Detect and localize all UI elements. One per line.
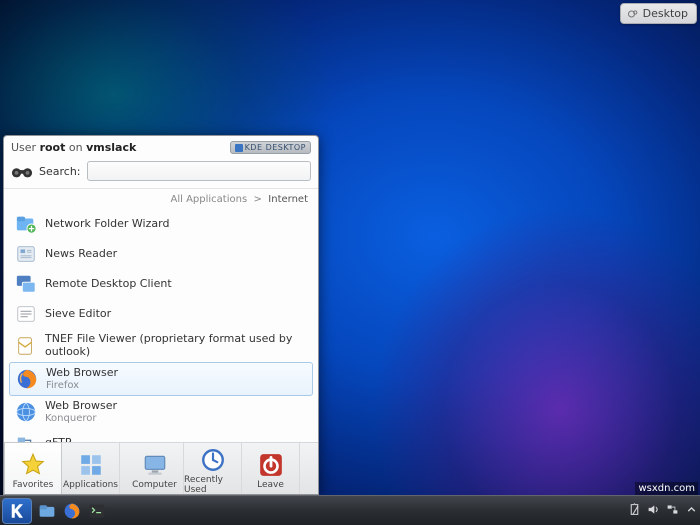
cashew-icon (627, 8, 639, 20)
folder-network-icon (15, 213, 37, 235)
news-icon (15, 243, 37, 265)
tray-clipboard-icon[interactable] (628, 503, 641, 519)
firefox-icon (16, 368, 38, 390)
search-input[interactable] (87, 161, 312, 181)
gftp-icon (15, 433, 37, 442)
taskbar-panel (0, 495, 700, 525)
tab-leave[interactable]: Leave (242, 443, 300, 494)
taskbar-launcher-konsole[interactable] (86, 500, 108, 522)
system-tray (628, 503, 700, 519)
leave-icon (258, 452, 284, 478)
list-item[interactable]: Sieve Editor (9, 299, 313, 329)
firefox-icon (63, 502, 81, 520)
tnef-icon (15, 335, 37, 357)
tray-volume-icon[interactable] (647, 503, 660, 519)
konqueror-icon (15, 401, 37, 423)
list-item[interactable]: Remote Desktop Client (9, 269, 313, 299)
search-label: Search: (39, 165, 81, 178)
remote-desktop-icon (15, 273, 37, 295)
dolphin-icon (38, 502, 56, 520)
sieve-icon (15, 303, 37, 325)
list-item[interactable]: Web BrowserFirefox (9, 362, 313, 396)
desktop-toolbox-button[interactable]: Desktop (620, 3, 697, 24)
user-host-label: User root on vmslack (11, 141, 136, 154)
kickoff-launcher: User root on vmslack KDE DESKTOP Search:… (3, 135, 319, 495)
taskbar-launcher-dolphin[interactable] (36, 500, 58, 522)
list-item[interactable]: News Reader (9, 239, 313, 269)
list-item[interactable]: Web BrowserKonqueror (9, 396, 313, 428)
star-icon (20, 452, 46, 478)
taskbar-launcher-firefox[interactable] (61, 500, 83, 522)
kde-desktop-badge: KDE DESKTOP (230, 141, 311, 154)
breadcrumb-current: Internet (268, 194, 308, 205)
breadcrumb-root[interactable]: All Applications (171, 194, 248, 205)
app-list: Network Folder Wizard News Reader Remote… (4, 209, 318, 442)
desktop-toolbox-label: Desktop (643, 7, 688, 20)
apps-icon (78, 452, 104, 478)
tray-expand-icon[interactable] (685, 503, 698, 519)
kickoff-tabs: Favorites Applications Computer Recently… (4, 442, 318, 494)
tab-recently-used[interactable]: Recently Used (184, 443, 242, 494)
list-item[interactable]: gFTP (9, 429, 313, 442)
kde-k-icon (8, 502, 26, 520)
list-item[interactable]: TNEF File Viewer (proprietary format use… (9, 329, 313, 362)
kickoff-button[interactable] (2, 498, 32, 524)
tab-applications[interactable]: Applications (62, 443, 120, 494)
tab-favorites[interactable]: Favorites (4, 442, 62, 494)
watermark-label: wsxdn.com (635, 482, 698, 495)
tab-computer[interactable]: Computer (126, 443, 184, 494)
computer-icon (142, 452, 168, 478)
tray-network-icon[interactable] (666, 503, 679, 519)
kickoff-search-row: Search: (4, 159, 318, 189)
binoculars-icon (11, 162, 33, 180)
konsole-icon (88, 502, 106, 520)
clock-icon (200, 447, 226, 473)
kde-icon (235, 144, 243, 152)
breadcrumb[interactable]: All Applications > Internet (4, 189, 318, 209)
kickoff-header: User root on vmslack KDE DESKTOP (4, 136, 318, 159)
list-item[interactable]: Network Folder Wizard (9, 209, 313, 239)
